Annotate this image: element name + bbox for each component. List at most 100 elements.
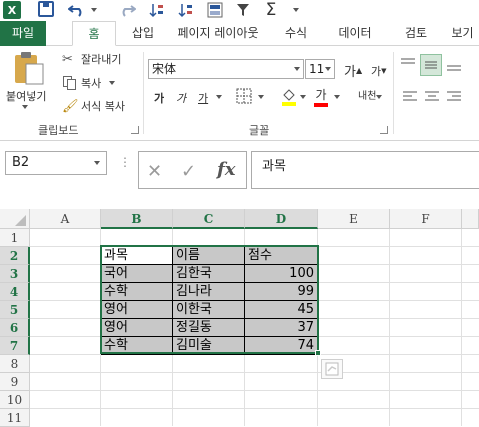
cell-d2[interactable]: 점수: [245, 247, 318, 265]
row-header-5[interactable]: 5: [0, 301, 30, 319]
clipboard-launcher-icon[interactable]: [131, 126, 139, 134]
font-launcher-icon[interactable]: [380, 126, 388, 134]
quick-analysis-icon[interactable]: [321, 359, 343, 379]
sort-ascending-icon[interactable]: [148, 1, 166, 19]
align-top-icon[interactable]: [400, 58, 416, 72]
filter-icon[interactable]: [235, 1, 251, 19]
formula-bar-grip-icon[interactable]: ⋮: [119, 155, 131, 169]
bold-button[interactable]: 가: [154, 90, 164, 106]
row-header-3[interactable]: 3: [0, 265, 30, 283]
form-icon[interactable]: [206, 1, 224, 19]
paste-icon[interactable]: [12, 50, 48, 86]
align-middle-icon[interactable]: [420, 54, 442, 76]
phonetic-button[interactable]: 내천: [358, 87, 376, 102]
group-separator: [143, 52, 144, 134]
paste-button[interactable]: 붙여넣기: [6, 88, 46, 104]
font-name-box[interactable]: 宋体: [148, 59, 304, 79]
paste-dropdown-icon[interactable]: [22, 104, 30, 110]
copy-button[interactable]: 복사: [62, 75, 116, 91]
cell-b7[interactable]: 수학: [101, 337, 173, 355]
phonetic-dropdown-icon[interactable]: [376, 94, 384, 100]
cut-button[interactable]: ✂ 잘라내기: [62, 51, 121, 67]
tab-insert[interactable]: 삽입: [123, 21, 163, 46]
tab-file[interactable]: 파일: [0, 21, 46, 46]
enter-icon[interactable]: ✓: [181, 161, 196, 182]
font-color-dropdown-icon[interactable]: [334, 94, 342, 100]
column-header-g[interactable]: [462, 209, 479, 229]
cell-c4[interactable]: 김나라: [173, 283, 245, 301]
align-right-icon[interactable]: [446, 90, 462, 102]
column-header-a[interactable]: A: [30, 209, 101, 229]
align-left-icon[interactable]: [402, 90, 418, 102]
cell-c2[interactable]: 이름: [173, 247, 245, 265]
tab-review[interactable]: 검토: [395, 21, 437, 46]
cell-c5[interactable]: 이한국: [173, 301, 245, 319]
cell-b4[interactable]: 수학: [101, 283, 173, 301]
cell-c6[interactable]: 정길동: [173, 319, 245, 337]
row-header-1[interactable]: 1: [0, 229, 30, 247]
cell-d7[interactable]: 74: [245, 337, 318, 355]
tab-home[interactable]: 홈: [72, 21, 116, 46]
font-size-dropdown-icon[interactable]: [325, 67, 331, 71]
cell-b2[interactable]: 과목: [101, 247, 173, 265]
worksheet-grid[interactable]: A B C D E F 1 2 3 4 5 6 7 8 9 10 11 과목 이…: [0, 209, 479, 427]
tab-page-layout[interactable]: 페이지 레이아웃: [168, 21, 268, 46]
undo-dropdown-icon[interactable]: [90, 1, 98, 19]
row-header-6[interactable]: 6: [0, 319, 30, 337]
row-header-8[interactable]: 8: [0, 355, 30, 373]
select-all-corner[interactable]: [0, 209, 30, 229]
redo-icon[interactable]: [116, 1, 138, 19]
grow-font-button[interactable]: 가 ▲: [344, 61, 362, 80]
borders-icon[interactable]: [236, 88, 252, 104]
format-painter-button[interactable]: 🖌 서식 복사: [62, 98, 125, 114]
fill-color-dropdown-icon[interactable]: [300, 94, 308, 100]
tab-formulas[interactable]: 수식: [276, 21, 316, 46]
tab-data[interactable]: 데이터: [330, 21, 380, 46]
row-header-11[interactable]: 11: [0, 409, 30, 427]
copy-dropdown-icon[interactable]: [109, 81, 116, 85]
cell-c3[interactable]: 김한국: [173, 265, 245, 283]
row-header-2[interactable]: 2: [0, 247, 30, 265]
fill-handle[interactable]: [315, 350, 321, 356]
tab-view[interactable]: 보기: [446, 21, 479, 46]
column-header-b[interactable]: B: [101, 209, 173, 229]
cell-d3[interactable]: 100: [245, 265, 318, 283]
font-color-button[interactable]: 가: [314, 86, 328, 107]
cell-c7[interactable]: 김미술: [173, 337, 245, 355]
cell-b3[interactable]: 국어: [101, 265, 173, 283]
column-header-e[interactable]: E: [318, 209, 390, 229]
shrink-font-button[interactable]: 가 ▼: [371, 63, 387, 79]
italic-button[interactable]: 가: [176, 90, 186, 106]
font-name-dropdown-icon[interactable]: [294, 67, 300, 71]
save-icon[interactable]: [38, 1, 54, 17]
align-bottom-icon[interactable]: [446, 58, 462, 72]
autosum-icon[interactable]: Σ: [262, 0, 280, 20]
formula-input[interactable]: 과목: [251, 151, 479, 189]
undo-icon[interactable]: [66, 1, 88, 19]
name-box[interactable]: B2: [5, 151, 107, 175]
cell-d4[interactable]: 99: [245, 283, 318, 301]
cell-b6[interactable]: 영어: [101, 319, 173, 337]
cell-d6[interactable]: 37: [245, 319, 318, 337]
align-center-icon[interactable]: [424, 90, 440, 102]
column-header-d[interactable]: D: [245, 209, 318, 229]
underline-dropdown-icon[interactable]: [216, 94, 224, 100]
column-header-f[interactable]: F: [390, 209, 462, 229]
name-box-dropdown-icon[interactable]: [94, 161, 100, 165]
row-header-10[interactable]: 10: [0, 391, 30, 409]
underline-button[interactable]: 가: [198, 90, 208, 106]
row-header-4[interactable]: 4: [0, 283, 30, 301]
font-size-box[interactable]: 11: [305, 59, 335, 79]
sort-descending-icon[interactable]: [177, 1, 195, 19]
customize-icon[interactable]: [291, 1, 301, 19]
shrink-font-label: 가: [371, 65, 382, 78]
fill-color-icon[interactable]: [281, 87, 297, 107]
cancel-icon[interactable]: ✕: [147, 161, 162, 182]
column-header-c[interactable]: C: [173, 209, 245, 229]
row-header-7[interactable]: 7: [0, 337, 30, 355]
row-header-9[interactable]: 9: [0, 373, 30, 391]
cell-b5[interactable]: 영어: [101, 301, 173, 319]
cell-d5[interactable]: 45: [245, 301, 318, 319]
insert-function-icon[interactable]: fx: [217, 159, 235, 180]
borders-dropdown-icon[interactable]: [258, 94, 266, 100]
